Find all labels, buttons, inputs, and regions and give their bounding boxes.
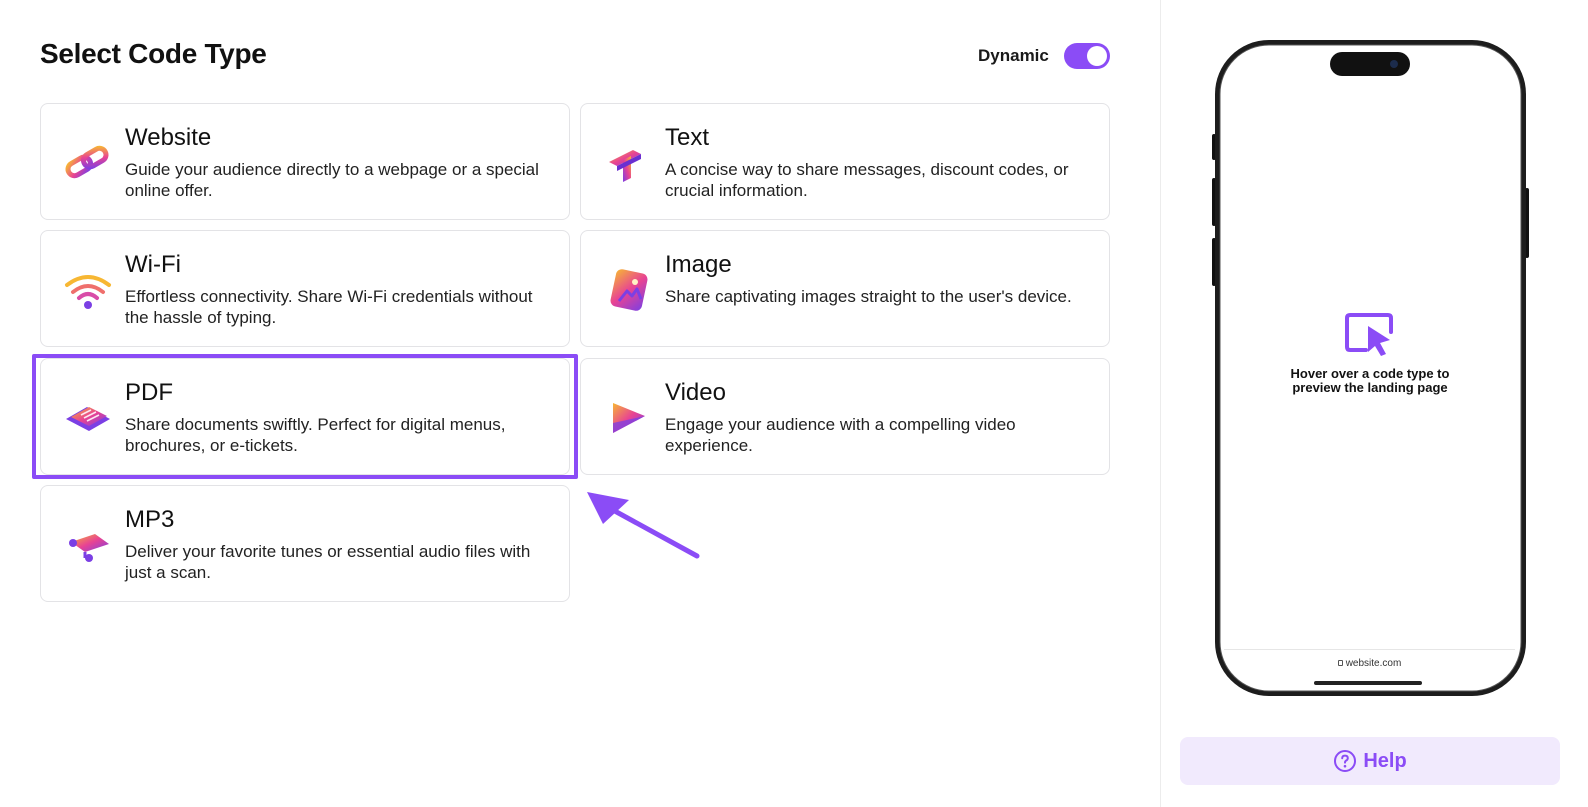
link-icon [65,145,109,179]
card-description: Deliver your favorite tunes or essential… [125,542,531,582]
toggle-knob [1086,46,1107,66]
help-button[interactable]: Help [1180,737,1560,785]
code-type-card-image[interactable]: Image Share captivating images straight … [580,230,1110,347]
code-type-card-wifi[interactable]: Wi-Fi Effortless connectivity. Share Wi-… [40,230,570,347]
code-type-card-video[interactable]: Video Engage your audience with a compel… [580,358,1110,475]
url-text: website.com [1224,658,1515,669]
dynamic-toggle[interactable] [1063,43,1110,69]
wifi-icon [65,275,111,309]
code-type-card-mp3[interactable]: MP3 Deliver your favorite tunes or essen… [40,485,570,602]
preview-panel: Hover over a code type to preview the la… [1161,0,1588,807]
home-indicator [1314,681,1422,685]
help-label: Help [1363,749,1407,772]
image-icon [610,269,648,311]
card-title: Video [665,379,726,406]
code-type-panel: Select Code Type Dynamic Website Guide y… [0,0,1160,807]
code-type-card-website[interactable]: Website Guide your audience directly to … [40,103,570,220]
card-description: Effortless connectivity. Share Wi-Fi cre… [125,287,533,327]
preview-hint-text: Hover over a code type to preview the la… [1290,366,1450,395]
help-question-icon [1334,750,1357,772]
cursor-preview-icon [1345,313,1393,356]
card-description: Engage your audience with a compelling v… [665,415,1016,455]
card-description: Share documents swiftly. Perfect for dig… [125,415,506,455]
code-type-card-pdf[interactable]: PDF Share documents swiftly. Perfect for… [40,358,570,475]
lock-icon [1337,660,1343,667]
card-title: MP3 [125,506,175,533]
code-type-card-text[interactable]: Text A concise way to share messages, di… [580,103,1110,220]
card-description: Guide your audience directly to a webpag… [125,160,539,200]
text-icon [609,150,641,182]
pointer-arrow-icon [587,492,700,559]
card-title: Wi-Fi [125,251,181,278]
page-title: Select Code Type [40,38,267,69]
url-value: website.com [1345,658,1402,669]
pdf-icon [66,407,110,431]
dynamic-label: Dynamic [978,46,1049,65]
card-description: Share captivating images straight to the… [665,287,1072,306]
card-title: Text [665,124,710,151]
dynamic-toggle-group: Dynamic [978,42,1110,70]
card-title: PDF [125,379,173,406]
video-play-icon [613,403,645,433]
music-note-icon [69,534,109,562]
card-title: Image [665,251,732,278]
phone-url-bar: website.com [1224,649,1515,689]
card-description: A concise way to share messages, discoun… [665,160,1069,200]
card-title: Website [125,124,212,151]
